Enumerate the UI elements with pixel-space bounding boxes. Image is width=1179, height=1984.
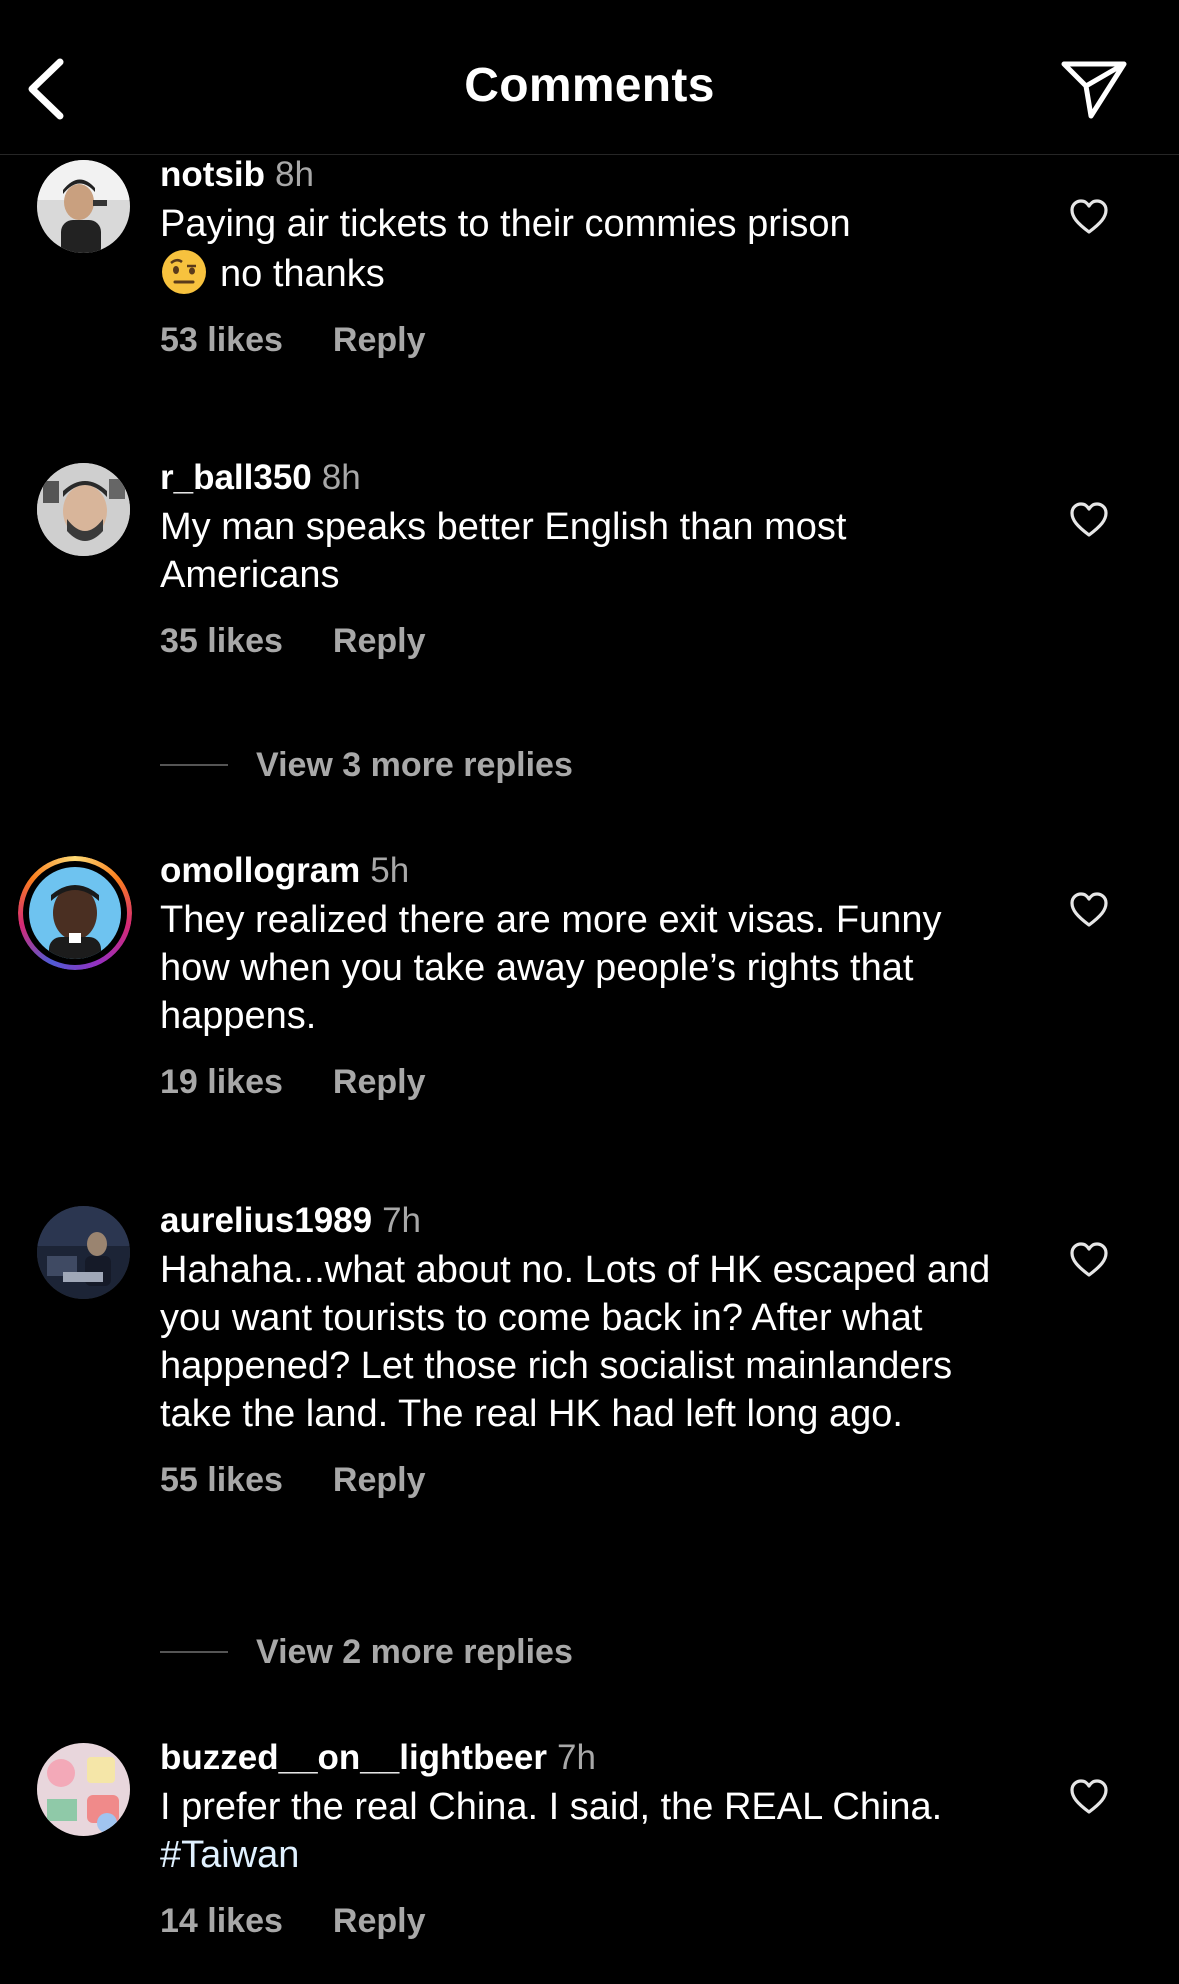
timestamp: 7h [557,1738,596,1777]
comment-meta: r_ball350 8h [160,457,1020,499]
likes-count[interactable]: 19 likes [160,1063,283,1101]
heart-icon[interactable] [1069,501,1109,539]
view-more-label: View 2 more replies [256,1633,573,1671]
divider-line [160,764,228,767]
avatar[interactable] [37,1206,130,1299]
hashtag-link[interactable]: #Taiwan [160,1834,299,1876]
reply-button[interactable]: Reply [333,622,426,660]
avatar [29,867,121,959]
view-more-replies-button[interactable]: View 2 more replies [160,1627,860,1677]
view-more-replies-button[interactable]: View 3 more replies [160,740,860,790]
reply-button[interactable]: Reply [333,1461,426,1499]
reply-button[interactable]: Reply [333,321,426,359]
view-more-label: View 3 more replies [256,746,573,784]
comment-text: Paying air tickets to their commies pris… [160,200,1020,298]
comment-body: r_ball350 8h My man speaks better English… [160,457,1020,661]
avatar[interactable] [37,1743,130,1836]
comment-meta: omollogram 5h [160,850,1020,892]
heart-icon[interactable] [1069,1778,1109,1816]
heart-icon[interactable] [1069,891,1109,929]
heart-icon[interactable] [1069,1241,1109,1279]
comment-text: Hahaha...what about no. Lots of HK escap… [160,1249,991,1435]
comment-text-line: Paying air tickets to their commies pris… [160,203,851,245]
page-title: Comments [464,59,715,112]
timestamp: 5h [370,851,410,890]
paper-plane-icon[interactable] [1058,56,1130,124]
avatar[interactable] [37,160,130,253]
timestamp: 8h [274,155,314,194]
reply-button[interactable]: Reply [333,1902,426,1940]
comment-meta: aurelius1989 7h [160,1200,1020,1242]
heart-icon[interactable] [1069,198,1109,236]
avatar-story-ring[interactable] [18,856,132,970]
comment-text-line: I prefer the real China. I said, the REA… [160,1786,943,1828]
comment-actions: 55 likes Reply [160,1460,1020,1500]
timestamp: 8h [321,458,361,497]
comment-text: I prefer the real China. I said, the REA… [160,1783,1020,1879]
username[interactable]: notsib [160,155,265,194]
comment-meta: notsib 8h [160,154,1020,196]
comment-actions: 14 likes Reply [160,1901,1020,1941]
comment-body: notsib 8h Paying air tickets to their com… [160,154,1020,360]
reply-button[interactable]: Reply [333,1063,426,1101]
comment-text: My man speaks better English than most A… [160,506,847,596]
comment-meta: buzzed__on__lightbeer 7h [160,1737,1020,1779]
divider-line [160,1651,228,1654]
likes-count[interactable]: 55 likes [160,1461,283,1499]
likes-count[interactable]: 35 likes [160,622,283,660]
comment-actions: 19 likes Reply [160,1062,1020,1102]
comment-body: aurelius1989 7h Hahaha...what about no. L… [160,1200,1020,1500]
comment-actions: 53 likes Reply [160,320,1020,360]
comment-body: buzzed__on__lightbeer 7h I prefer the rea… [160,1737,1020,1941]
comment-body: omollogram 5h They realized there are mor… [160,850,1020,1102]
timestamp: 7h [382,1201,422,1240]
likes-count[interactable]: 53 likes [160,321,283,359]
avatar[interactable] [37,463,130,556]
comment-text: They realized there are more exit visas.… [160,899,942,1037]
username[interactable]: buzzed__on__lightbeer [160,1738,547,1777]
username[interactable]: aurelius1989 [160,1201,372,1240]
username[interactable]: omollogram [160,851,360,890]
top-bar: Comments [0,0,1179,155]
comment-actions: 35 likes Reply [160,621,1020,661]
comment-text-line-2: no thanks [220,253,385,295]
face-with-raised-eyebrow-icon [162,250,206,294]
likes-count[interactable]: 14 likes [160,1902,283,1940]
username[interactable]: r_ball350 [160,458,312,497]
